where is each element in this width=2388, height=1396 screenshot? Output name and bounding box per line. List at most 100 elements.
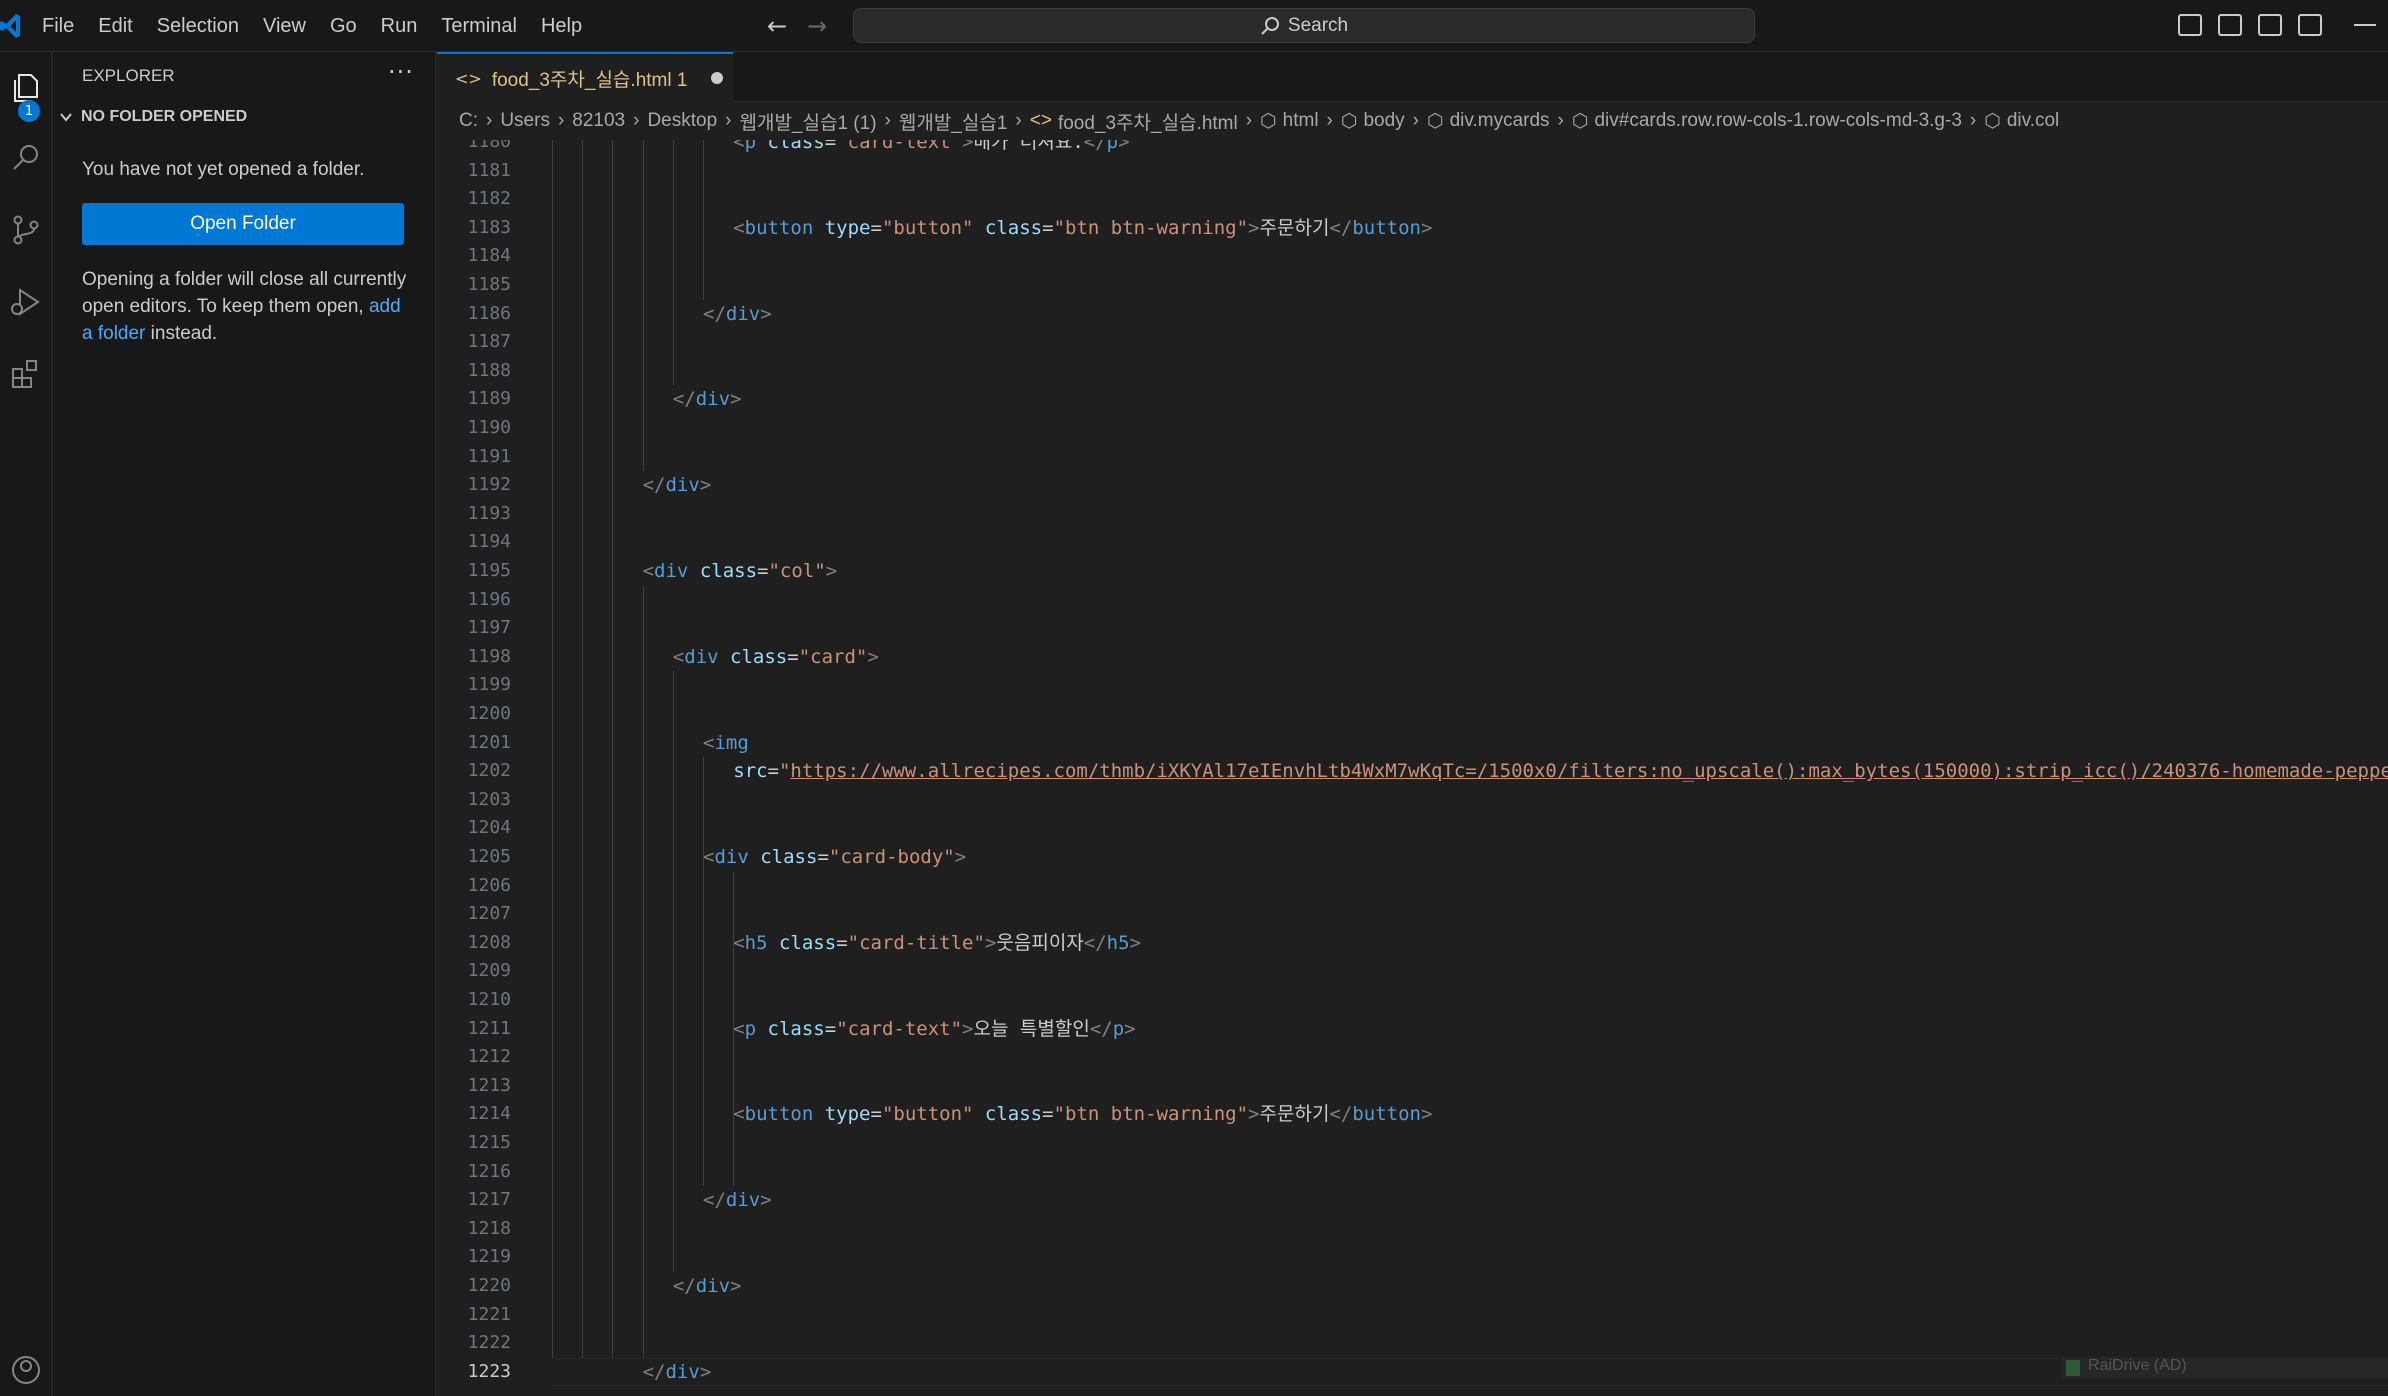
run-debug-activity[interactable] <box>0 276 52 328</box>
tab-food-html[interactable]: <> food_3주차_실습.html 1 <box>437 52 733 102</box>
code-line[interactable]: 1220 </div> <box>437 1272 2388 1301</box>
code-line[interactable]: 1190 <box>437 414 2388 443</box>
line-number: 1221 <box>467 1303 511 1325</box>
code-line[interactable]: 1194 <box>437 528 2388 557</box>
code-line[interactable]: 1195 <div class="col"> <box>437 557 2388 586</box>
explorer-activity[interactable]: 1 <box>0 62 52 122</box>
line-number: 1182 <box>467 188 511 210</box>
code-token: </ <box>672 1275 696 1297</box>
extensions-activity[interactable] <box>0 348 52 400</box>
breadcrumb-item[interactable]: div#cards.row.row-cols-1.row-cols-md-3.g… <box>1594 110 1961 132</box>
code-text: <p class="card-text">배가 더셔요.</p> <box>733 140 1129 157</box>
open-folder-hint: Opening a folder will close all currentl… <box>82 266 412 347</box>
code-line[interactable]: 1200 <box>437 700 2388 729</box>
customize-layout-icon[interactable] <box>2298 14 2322 36</box>
command-center-search[interactable]: Search <box>853 8 1755 43</box>
menu-view[interactable]: View <box>251 15 318 38</box>
code-line[interactable]: 1218 <box>437 1215 2388 1244</box>
breadcrumb-item[interactable]: food_3주차_실습.html <box>1058 108 1238 135</box>
code-line[interactable]: 1204 <box>437 814 2388 843</box>
code-line[interactable]: 1199 <box>437 671 2388 700</box>
code-line[interactable]: 1207 <box>437 900 2388 929</box>
code-token: class <box>767 1017 825 1040</box>
unsaved-dot-icon[interactable] <box>711 72 724 84</box>
code-line[interactable]: 1221 <box>437 1301 2388 1330</box>
toggle-secondary-sidebar-icon[interactable] <box>2258 14 2282 36</box>
breadcrumb-item[interactable]: 82103 <box>572 110 625 132</box>
breadcrumb-item[interactable]: Users <box>500 110 550 132</box>
code-line[interactable]: 1216 <box>437 1158 2388 1187</box>
code-line[interactable]: 1181 <box>437 157 2388 186</box>
code-line[interactable]: 1209 <box>437 957 2388 986</box>
code-line[interactable]: 1210 <box>437 986 2388 1015</box>
open-folder-button[interactable]: Open Folder <box>82 203 404 245</box>
menu-edit[interactable]: Edit <box>86 15 144 38</box>
menu-help[interactable]: Help <box>529 15 594 38</box>
code-line[interactable]: 1187 <box>437 328 2388 357</box>
code-line[interactable]: 1211 <p class="card-text">오늘 특별할인</p> <box>437 1015 2388 1044</box>
code-token: > <box>954 846 967 868</box>
code-line[interactable]: 1213 <box>437 1072 2388 1101</box>
code-line[interactable]: 1196 <box>437 586 2388 615</box>
search-activity[interactable] <box>0 132 52 184</box>
code-line[interactable]: 1208 <h5 class="card-title">웃음피이자</h5> <box>437 929 2388 958</box>
code-line[interactable]: 1193 <box>437 500 2388 529</box>
menu-go[interactable]: Go <box>318 15 369 38</box>
breadcrumb-item[interactable]: C: <box>459 110 478 132</box>
breadcrumb-item[interactable]: body <box>1363 110 1404 132</box>
code-line[interactable]: 1202 src="https://www.allrecipes.com/thmb… <box>437 757 2388 786</box>
toggle-primary-sidebar-icon[interactable] <box>2178 14 2202 36</box>
breadcrumb-item[interactable]: div.mycards <box>1450 110 1550 132</box>
code-line[interactable]: 1215 <box>437 1129 2388 1158</box>
breadcrumb-item[interactable]: 웹개발_실습1 (1) <box>739 108 876 135</box>
code-line[interactable]: 1186 </div> <box>437 300 2388 329</box>
toggle-panel-icon[interactable] <box>2218 14 2242 36</box>
code-line[interactable]: 1184 <box>437 242 2388 271</box>
menu-run[interactable]: Run <box>369 15 430 38</box>
code-line[interactable]: 1183 <button type="button" class="btn btn… <box>437 214 2388 243</box>
code-line[interactable]: 1203 <box>437 786 2388 815</box>
more-actions-icon[interactable]: ··· <box>388 58 414 86</box>
code-line[interactable]: 1188 <box>437 357 2388 386</box>
code-line[interactable]: 1182 <box>437 185 2388 214</box>
code-token: = <box>1042 1103 1054 1126</box>
menu-file[interactable]: File <box>30 15 86 38</box>
code-token: </ <box>1083 931 1107 954</box>
raidrive-overlay: RaiDrive (AD) <box>2062 1357 2388 1379</box>
code-editor[interactable]: 1180 <p class="card-text">배가 더셔요.</p> 1181… <box>437 140 2388 1396</box>
code-line[interactable]: 1197 <box>437 614 2388 643</box>
code-line[interactable]: 1212 <box>437 1043 2388 1072</box>
line-number: 1184 <box>467 245 511 267</box>
accounts-activity[interactable] <box>0 1344 52 1396</box>
code-line[interactable]: 1217 </div> <box>437 1186 2388 1215</box>
code-line[interactable]: 1191 <box>437 443 2388 472</box>
code-line[interactable]: 1219 <box>437 1243 2388 1272</box>
code-token: > <box>699 1360 712 1383</box>
breadcrumb-item[interactable]: div.col <box>2007 110 2059 132</box>
layout-controls <box>2178 14 2322 36</box>
back-arrow-icon[interactable]: ← <box>764 12 790 40</box>
code-line[interactable]: 1189 </div> <box>437 385 2388 414</box>
code-line[interactable]: 1206 <box>437 872 2388 901</box>
code-line[interactable]: 1180 <p class="card-text">배가 더셔요.</p> <box>437 140 2388 157</box>
source-control-activity[interactable] <box>0 204 52 256</box>
breadcrumb-item[interactable]: Desktop <box>647 110 717 132</box>
breadcrumb-item[interactable]: 웹개발_실습1 <box>899 108 1008 135</box>
code-token: = <box>1042 216 1054 239</box>
code-line[interactable]: 1198 <div class="card"> <box>437 643 2388 672</box>
code-line[interactable]: 1192 </div> <box>437 471 2388 500</box>
code-token: < <box>733 1017 745 1040</box>
code-line[interactable]: 1185 <box>437 271 2388 300</box>
no-folder-section-header[interactable]: NO FOLDER OPENED <box>59 108 247 126</box>
vscode-logo-icon <box>0 14 20 38</box>
minimize-window-icon[interactable] <box>2354 24 2376 26</box>
menu-terminal[interactable]: Terminal <box>429 15 529 38</box>
code-line[interactable]: 1222 <box>437 1329 2388 1358</box>
breadcrumb-item[interactable]: html <box>1283 110 1319 132</box>
menu-selection[interactable]: Selection <box>145 15 251 38</box>
chevron-right-icon: › <box>1412 110 1419 131</box>
code-line[interactable]: 1214 <button type="button" class="btn btn… <box>437 1100 2388 1129</box>
code-line[interactable]: 1201 <img <box>437 729 2388 758</box>
forward-arrow-icon[interactable]: → <box>804 12 830 40</box>
code-line[interactable]: 1205 <div class="card-body"> <box>437 843 2388 872</box>
